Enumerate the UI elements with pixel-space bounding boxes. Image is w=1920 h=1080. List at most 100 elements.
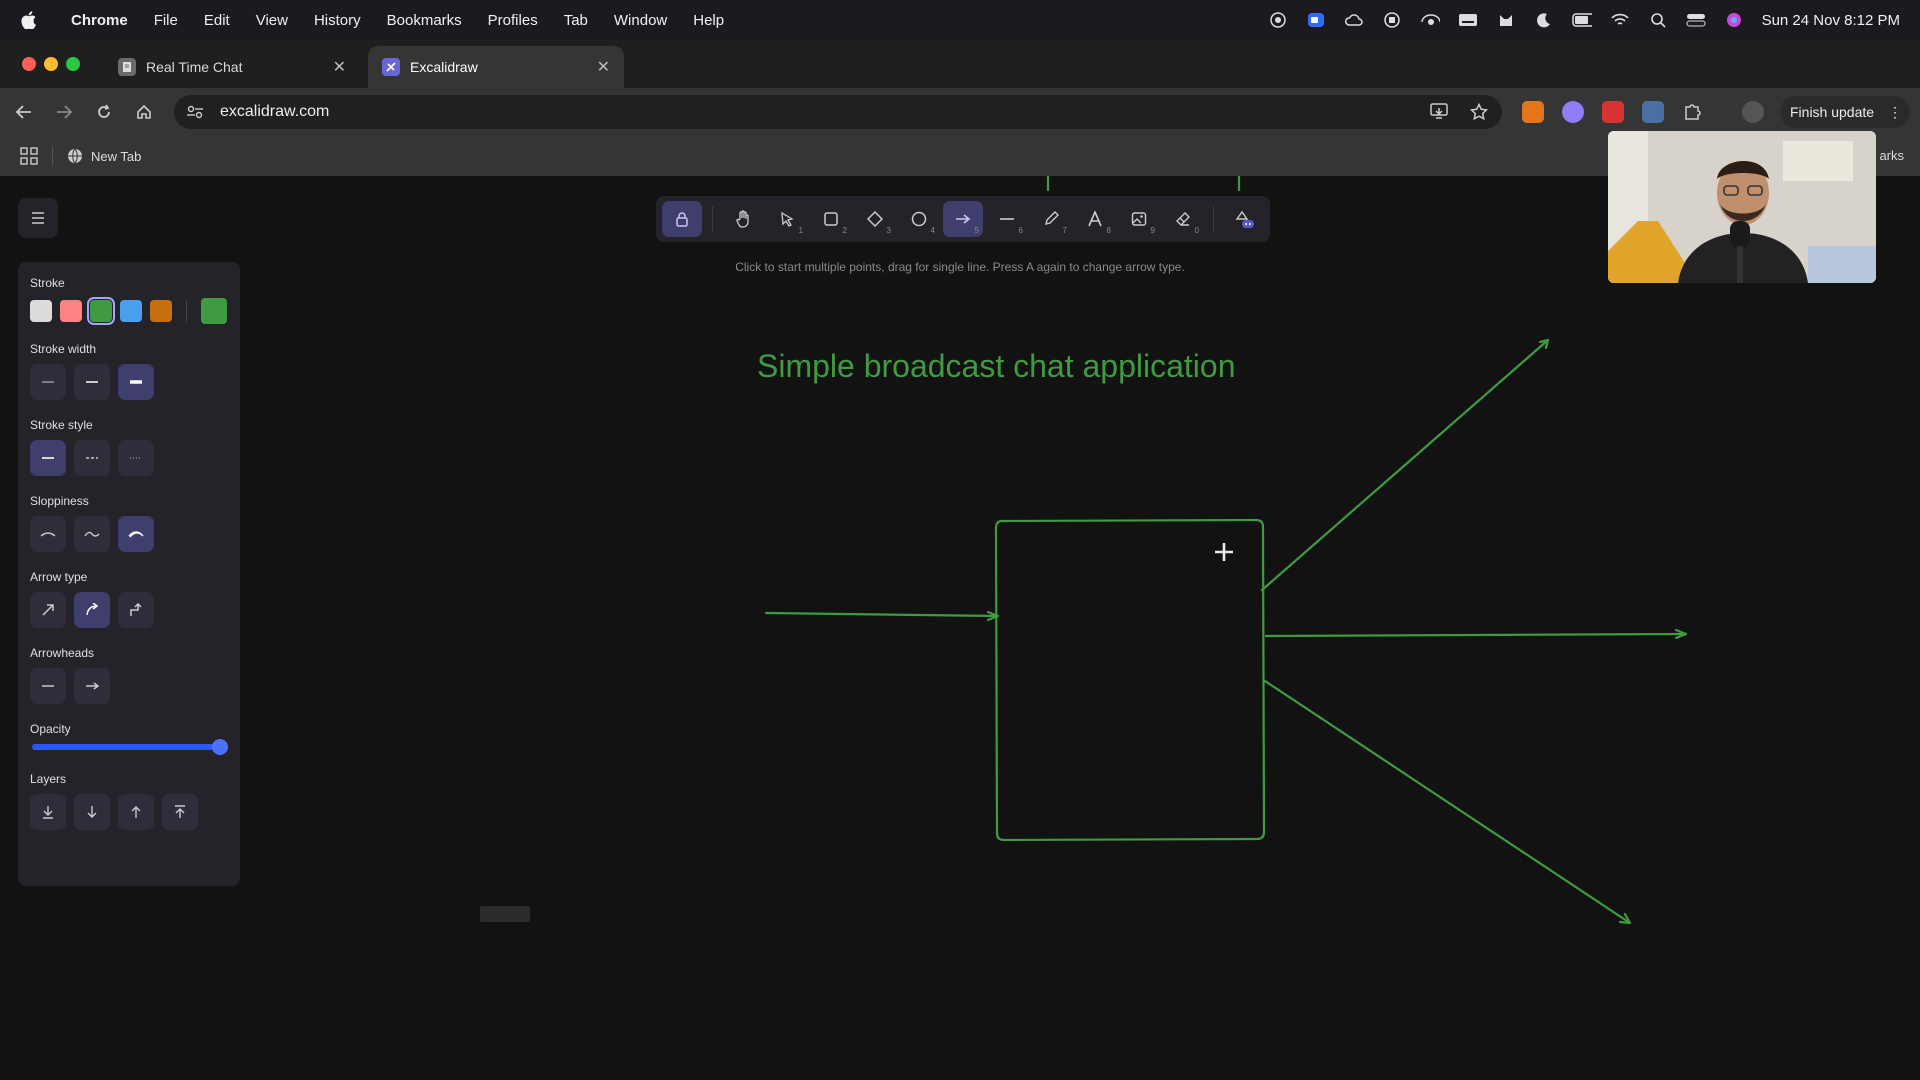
- tool-draw[interactable]: 7: [1031, 201, 1071, 237]
- keyboard-icon[interactable]: [1458, 12, 1478, 28]
- site-info-icon[interactable]: [186, 105, 206, 119]
- arrowhead-end-arrow[interactable]: [74, 668, 110, 704]
- opacity-slider[interactable]: [32, 739, 228, 755]
- tool-selection[interactable]: 1: [767, 201, 807, 237]
- sloppiness-cartoonist[interactable]: [118, 516, 154, 552]
- do-not-disturb-icon[interactable]: [1534, 12, 1554, 28]
- stroke-style-solid[interactable]: [30, 440, 66, 476]
- apps-grid-icon[interactable]: [20, 147, 38, 165]
- control-center-icon[interactable]: [1686, 12, 1706, 28]
- tool-text[interactable]: 8: [1075, 201, 1115, 237]
- stroke-swatch-green[interactable]: [87, 297, 115, 325]
- record-icon[interactable]: [1382, 12, 1402, 28]
- sloppiness-artist[interactable]: [74, 516, 110, 552]
- opacity-slider-thumb[interactable]: [212, 739, 228, 755]
- bring-to-front-button[interactable]: [162, 794, 198, 830]
- extension-icon[interactable]: [1602, 101, 1624, 123]
- menu-file[interactable]: File: [141, 12, 191, 29]
- current-stroke-color[interactable]: [201, 298, 227, 324]
- zoom-window-button[interactable]: [66, 57, 80, 71]
- cast-icon[interactable]: [1430, 103, 1448, 119]
- menu-tab[interactable]: Tab: [551, 12, 601, 29]
- siri-icon[interactable]: [1724, 12, 1744, 28]
- tool-eraser[interactable]: 0: [1163, 201, 1203, 237]
- arrowhead-start-none[interactable]: [30, 668, 66, 704]
- profile-avatar[interactable]: [1742, 101, 1764, 123]
- tab-close-icon[interactable]: ✕: [597, 57, 610, 77]
- stroke-color-row: [30, 297, 228, 325]
- stroke-swatch-orange[interactable]: [150, 300, 172, 322]
- bookmark-new-tab[interactable]: New Tab: [67, 148, 141, 164]
- cat-icon[interactable]: [1496, 12, 1516, 28]
- tool-line[interactable]: 6: [987, 201, 1027, 237]
- tool-rectangle[interactable]: 2: [811, 201, 851, 237]
- battery-icon[interactable]: [1571, 12, 1592, 28]
- tab-excalidraw[interactable]: Excalidraw ✕: [368, 46, 624, 88]
- stroke-width-bold[interactable]: [74, 364, 110, 400]
- menu-edit[interactable]: Edit: [191, 12, 243, 29]
- close-window-button[interactable]: [22, 57, 36, 71]
- tool-arrow[interactable]: 5: [943, 201, 983, 237]
- macos-menu-bar: Chrome File Edit View History Bookmarks …: [0, 0, 1920, 40]
- search-icon[interactable]: [1648, 12, 1668, 28]
- tool-ellipse[interactable]: 4: [899, 201, 939, 237]
- menu-help[interactable]: Help: [680, 12, 737, 29]
- reload-button[interactable]: [92, 100, 116, 124]
- arrow-type-curved[interactable]: [74, 592, 110, 628]
- layers-label: Layers: [30, 772, 67, 786]
- stroke-width-thin[interactable]: [30, 364, 66, 400]
- apple-icon[interactable]: [0, 11, 58, 29]
- rectangle-icon: [824, 212, 838, 226]
- tool-hand[interactable]: [723, 201, 763, 237]
- zoom-icon[interactable]: [1306, 12, 1326, 28]
- tool-diamond[interactable]: 3: [855, 201, 895, 237]
- menu-bookmarks[interactable]: Bookmarks: [374, 12, 475, 29]
- excalidraw-icon: [382, 58, 400, 76]
- tab-real-time-chat[interactable]: Real Time Chat ✕: [104, 46, 360, 88]
- menu-view[interactable]: View: [243, 12, 301, 29]
- metamask-extension-icon[interactable]: [1522, 101, 1544, 123]
- screen-share-icon[interactable]: [1268, 12, 1288, 28]
- excalidraw-canvas[interactable]: Simple broadcast chat application 1 2 3 …: [0, 176, 1920, 1080]
- extension-icon[interactable]: [1562, 101, 1584, 123]
- stroke-width-extra-bold[interactable]: [118, 364, 154, 400]
- cloud-icon[interactable]: [1344, 12, 1364, 28]
- menu-history[interactable]: History: [301, 12, 374, 29]
- tool-ai-tools[interactable]: [1224, 201, 1264, 237]
- send-backward-button[interactable]: [74, 794, 110, 830]
- home-button[interactable]: [132, 100, 156, 124]
- all-bookmarks-button[interactable]: arks: [1879, 148, 1904, 163]
- finish-update-button[interactable]: Finish update ⋮: [1780, 96, 1910, 128]
- extensions-puzzle-icon[interactable]: [1682, 101, 1704, 123]
- stroke-swatch-blue[interactable]: [120, 300, 142, 322]
- star-bookmark-icon[interactable]: [1470, 103, 1488, 121]
- menubar-clock[interactable]: Sun 24 Nov 8:12 PM: [1762, 12, 1900, 29]
- wifi-icon[interactable]: [1610, 12, 1630, 28]
- diagram-title-text[interactable]: Simple broadcast chat application: [757, 348, 1236, 385]
- send-to-back-button[interactable]: [30, 794, 66, 830]
- address-bar[interactable]: excalidraw.com: [174, 95, 1502, 129]
- stroke-swatch-red[interactable]: [60, 300, 82, 322]
- bring-forward-button[interactable]: [118, 794, 154, 830]
- tool-lock[interactable]: [662, 201, 702, 237]
- arrow-type-elbow[interactable]: [118, 592, 154, 628]
- main-menu-button[interactable]: [18, 198, 58, 238]
- arrow-type-sharp[interactable]: [30, 592, 66, 628]
- minimize-window-button[interactable]: [44, 57, 58, 71]
- menu-profiles[interactable]: Profiles: [475, 12, 551, 29]
- extension-icon[interactable]: [1642, 101, 1664, 123]
- stroke-swatch-white[interactable]: [30, 300, 52, 322]
- text-a-icon: [1088, 211, 1102, 227]
- vpn-icon[interactable]: [1420, 12, 1440, 28]
- send-to-back-icon: [43, 806, 53, 819]
- shapes-ai-icon: [1235, 210, 1254, 228]
- back-button[interactable]: [12, 100, 36, 124]
- tab-close-icon[interactable]: ✕: [333, 57, 346, 77]
- tool-image[interactable]: 9: [1119, 201, 1159, 237]
- stroke-style-dotted[interactable]: [118, 440, 154, 476]
- stroke-style-dashed[interactable]: [74, 440, 110, 476]
- sloppiness-architect[interactable]: [30, 516, 66, 552]
- menu-window[interactable]: Window: [601, 12, 680, 29]
- forward-button[interactable]: [52, 100, 76, 124]
- menu-app-name[interactable]: Chrome: [58, 12, 141, 29]
